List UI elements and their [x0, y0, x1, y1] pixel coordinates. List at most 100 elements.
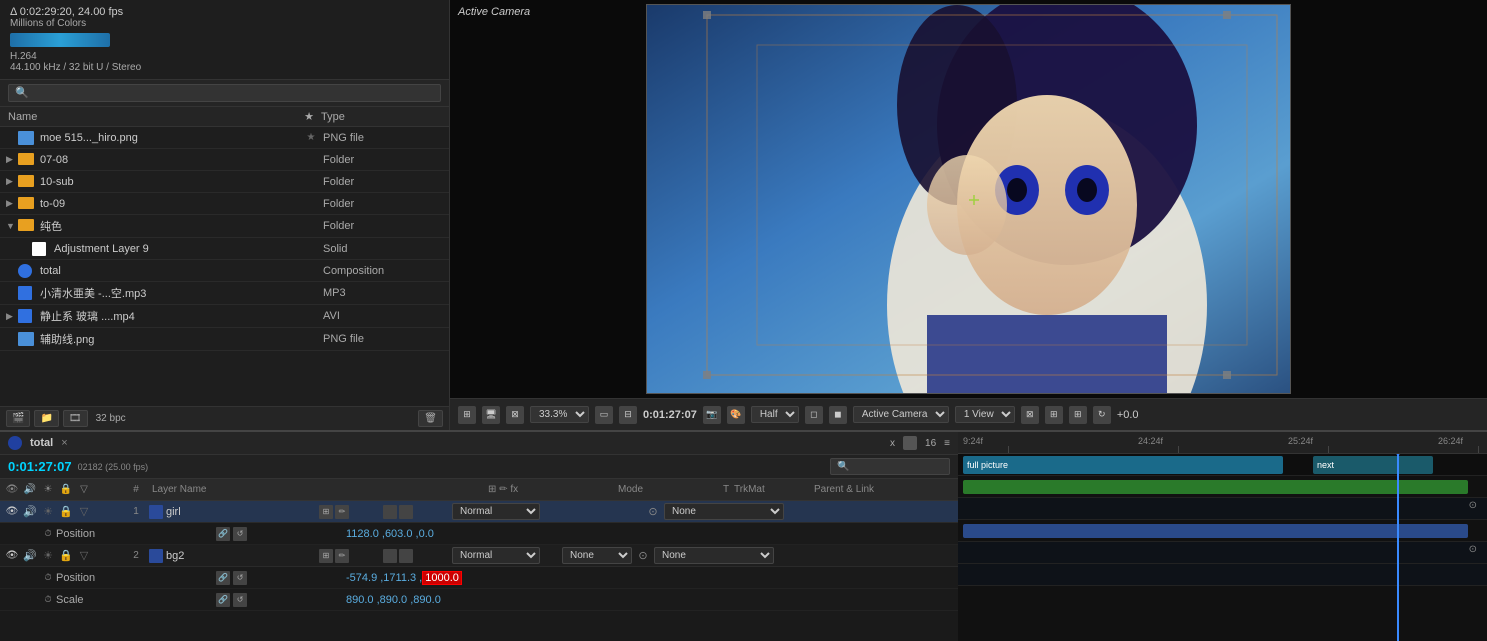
- comp-close-button[interactable]: ×: [61, 437, 67, 449]
- view-count-select[interactable]: 1 View: [955, 406, 1015, 423]
- layer-row-girl[interactable]: 👁 🔊 ☀ 🔒 ▽ 1 girl ⊞ ✏ Norm: [0, 501, 958, 523]
- layer-row-bg2[interactable]: 👁 🔊 ☀ 🔒 ▽ 2 bg2 ⊞ ✏ Norma: [0, 545, 958, 567]
- viewport-canvas[interactable]: [450, 0, 1487, 398]
- timeline-timecode[interactable]: 0:01:27:07: [8, 459, 72, 474]
- frame-blending-button[interactable]: ⊞: [1045, 406, 1063, 424]
- file-star[interactable]: ★: [299, 132, 323, 143]
- layer-pen-icon[interactable]: ✏: [335, 549, 349, 563]
- visibility-toggle[interactable]: 👁: [4, 506, 20, 517]
- track-row-bg2-scale: [958, 564, 1487, 586]
- project-panel: Δ 0:02:29:20, 24.00 fps Millions of Colo…: [0, 0, 450, 430]
- file-type: Folder: [323, 176, 443, 188]
- track-bar-girl[interactable]: [963, 480, 1468, 494]
- file-type: MP3: [323, 287, 443, 299]
- list-item[interactable]: ▶ to-09 Folder: [0, 193, 449, 215]
- layer-row-main: 1 girl ⊞ ✏ Normal ⊙ None: [124, 503, 786, 520]
- highlighted-value[interactable]: 1000.0: [422, 571, 462, 585]
- file-type: Folder: [323, 154, 443, 166]
- toggle-transparency-button[interactable]: ⊠: [506, 406, 524, 424]
- color-picker-button[interactable]: 🎨: [727, 406, 745, 424]
- interpret-footage-button[interactable]: 🎬: [6, 410, 30, 427]
- trkmat-header: TrkMat: [734, 484, 814, 495]
- adjust-exposure-button[interactable]: ↻: [1093, 406, 1111, 424]
- solo-toggle[interactable]: ☀: [40, 549, 56, 562]
- delete-button[interactable]: 🗑: [418, 410, 443, 427]
- project-search-bar: [0, 80, 449, 107]
- collapse-toggle[interactable]: ▽: [76, 505, 92, 518]
- layer-number: 2: [126, 550, 146, 561]
- layer-anchor-icon[interactable]: ⊞: [319, 505, 333, 519]
- reset-icon[interactable]: ↺: [233, 571, 247, 585]
- list-item[interactable]: 辅助线.png PNG file: [0, 328, 449, 351]
- layer-trkmat-select[interactable]: None: [562, 547, 632, 564]
- layer-parent-select[interactable]: None: [664, 503, 784, 520]
- property-value-bg2-position[interactable]: -574.9 ,1711.3 ,1000.0: [346, 572, 954, 584]
- draft-3d-button[interactable]: ⊠: [1021, 406, 1039, 424]
- pen-icon-header: ✏: [499, 484, 507, 495]
- camera-icon[interactable]: 📷: [703, 406, 721, 424]
- composition-settings-button[interactable]: ◻: [805, 406, 823, 424]
- layer-mode-select[interactable]: Normal: [452, 503, 540, 520]
- reset-icon[interactable]: ↺: [233, 593, 247, 607]
- solo-toggle[interactable]: ☀: [40, 505, 56, 518]
- stopwatch-icon[interactable]: ⏱: [40, 594, 56, 605]
- property-value-girl-position[interactable]: 1128.0 ,603.0 ,0.0: [346, 528, 954, 540]
- layer-pen-icon[interactable]: ✏: [335, 505, 349, 519]
- link-icon[interactable]: 🔗: [216, 593, 230, 607]
- file-type: PNG file: [323, 333, 443, 345]
- timeline-search-input[interactable]: [830, 458, 950, 475]
- list-item[interactable]: moe 515..._hiro.png ★ PNG file: [0, 127, 449, 149]
- layer-fx-icons: ⊞ ✏: [319, 549, 449, 563]
- list-item[interactable]: Adjustment Layer 9 Solid: [0, 238, 449, 260]
- list-item[interactable]: ▶ 07-08 Folder: [0, 149, 449, 171]
- motion-blur-button[interactable]: ⊞: [1069, 406, 1087, 424]
- lock-toggle[interactable]: 🔒: [58, 505, 74, 518]
- playhead[interactable]: [1397, 454, 1399, 641]
- list-item[interactable]: 小清水亜美 -...空.mp3 MP3: [0, 282, 449, 305]
- region-render-button[interactable]: ◼: [829, 406, 847, 424]
- region-of-interest-button[interactable]: ▭: [595, 406, 613, 424]
- col-star-header: ★: [297, 110, 321, 123]
- lock-toggle[interactable]: 🔒: [58, 549, 74, 562]
- fit-to-view-button[interactable]: ⊞: [458, 406, 476, 424]
- property-name: Scale: [56, 594, 216, 606]
- layer-parent-select[interactable]: None: [654, 547, 774, 564]
- list-item[interactable]: ▶ 静止系 玻璃 ....mp4 AVI: [0, 305, 449, 328]
- quality-select[interactable]: Half: [751, 406, 799, 423]
- file-icon-folder: [18, 197, 36, 211]
- audio-toggle[interactable]: 🔊: [22, 505, 38, 518]
- camera-view-select[interactable]: Active Camera: [853, 406, 949, 423]
- audio-toggle[interactable]: 🔊: [22, 549, 38, 562]
- toggle-grid-button[interactable]: ⊟: [619, 406, 637, 424]
- link-icon[interactable]: 🔗: [216, 527, 230, 541]
- list-item[interactable]: total Composition: [0, 260, 449, 282]
- timeline-panel: total × x 16 ≡ 0:01:27:07 02182 (25.00 f…: [0, 430, 958, 641]
- file-list: moe 515..._hiro.png ★ PNG file ▶ 07-08 F…: [0, 127, 449, 406]
- file-icon-folder: [18, 153, 36, 167]
- file-name: 10-sub: [40, 176, 299, 188]
- comp-layers-count: x: [890, 438, 895, 449]
- property-name: Position: [56, 528, 216, 540]
- composition-view-button[interactable]: 🖥: [482, 406, 500, 424]
- new-comp-button[interactable]: 🎞: [63, 410, 88, 427]
- collapse-toggle[interactable]: ▽: [76, 549, 92, 562]
- reset-icon[interactable]: ↺: [233, 527, 247, 541]
- list-item[interactable]: ▶ 10-sub Folder: [0, 171, 449, 193]
- comp-header: total × x 16 ≡: [0, 432, 958, 455]
- project-search-input[interactable]: [8, 84, 441, 102]
- visibility-toggle[interactable]: 👁: [4, 550, 20, 561]
- zoom-select[interactable]: 33.3%: [530, 406, 589, 423]
- layer-anchor-icon[interactable]: ⊞: [319, 549, 333, 563]
- stopwatch-icon[interactable]: ⏱: [40, 572, 56, 583]
- track-row-bg2: [958, 520, 1487, 542]
- menu-icon[interactable]: ≡: [944, 438, 950, 449]
- list-item[interactable]: ▼ 纯色 Folder: [0, 215, 449, 238]
- comp-name: total: [30, 437, 53, 449]
- new-folder-button[interactable]: 📁: [34, 410, 58, 427]
- property-value-bg2-scale[interactable]: 890.0 ,890.0 ,890.0: [346, 594, 954, 606]
- link-icon[interactable]: 🔗: [216, 571, 230, 585]
- layer-mode-select[interactable]: Normal: [452, 547, 540, 564]
- track-bar-bg2[interactable]: [963, 524, 1468, 538]
- media-info: Δ 0:02:29:20, 24.00 fps Millions of Colo…: [0, 0, 449, 80]
- stopwatch-icon[interactable]: ⏱: [40, 528, 56, 539]
